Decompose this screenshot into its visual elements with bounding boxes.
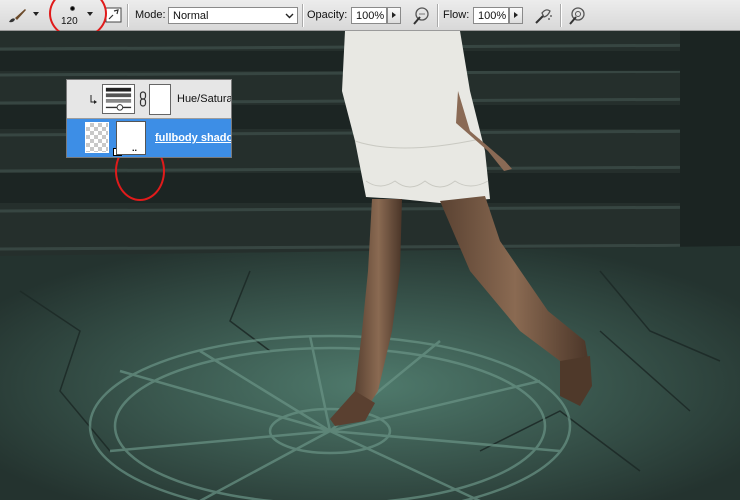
brush-icon[interactable] <box>6 7 28 25</box>
triangle-right-icon <box>392 12 396 18</box>
brush-tip-icon <box>70 6 75 11</box>
layer-row-hue-saturation[interactable]: Hue/Saturation 1 <box>67 80 231 119</box>
brush-preset-picker[interactable]: 120 <box>54 3 90 27</box>
brush-size-label: 120 <box>61 16 78 27</box>
options-bar: 120 Mode: Normal Opacity: 100% Flow: 100… <box>0 0 740 39</box>
mode-value: Normal <box>173 10 209 22</box>
layer-row-fullbody-shadow[interactable]: .. fullbody shadow <box>67 119 231 157</box>
opacity-value: 100% <box>356 10 385 22</box>
flow-slider-button[interactable] <box>509 7 523 24</box>
clipping-arrow-icon <box>90 95 97 104</box>
layer-name[interactable]: Hue/Saturation 1 <box>177 93 231 105</box>
flow-value: 100% <box>478 10 507 22</box>
layer-mask-thumbnail[interactable] <box>149 84 171 115</box>
chevron-down-icon <box>285 13 294 19</box>
hue-saturation-adjustment-icon[interactable] <box>102 84 135 114</box>
opacity-slider-button[interactable] <box>387 7 401 24</box>
tool-preset-caret-icon[interactable] <box>33 12 39 16</box>
brush-preset-caret-icon[interactable] <box>87 12 93 16</box>
flow-input[interactable]: 100% <box>473 7 509 24</box>
separator <box>560 4 561 27</box>
smart-object-thumbnail[interactable] <box>85 122 122 156</box>
triangle-right-icon <box>514 12 518 18</box>
pressure-size-icon[interactable] <box>566 5 588 27</box>
separator <box>437 4 438 27</box>
opacity-input[interactable]: 100% <box>351 7 387 24</box>
airbrush-icon[interactable] <box>532 5 554 27</box>
flow-label: Flow: <box>443 9 470 21</box>
pressure-opacity-icon[interactable] <box>410 5 432 27</box>
separator <box>302 4 303 27</box>
mode-label: Mode: <box>135 9 166 21</box>
brush-panel-toggle-icon[interactable] <box>105 6 123 24</box>
mode-select[interactable]: Normal <box>168 7 298 24</box>
layer-name[interactable]: fullbody shadow <box>155 132 231 144</box>
layers-panel: Hue/Saturation 1 .. fullbody shadow <box>66 79 232 158</box>
opacity-label: Opacity: <box>307 9 348 21</box>
separator <box>127 4 128 27</box>
layer-mask-thumbnail[interactable]: .. <box>117 122 145 154</box>
link-chain-icon[interactable] <box>139 91 147 107</box>
mask-dots: .. <box>132 143 138 153</box>
